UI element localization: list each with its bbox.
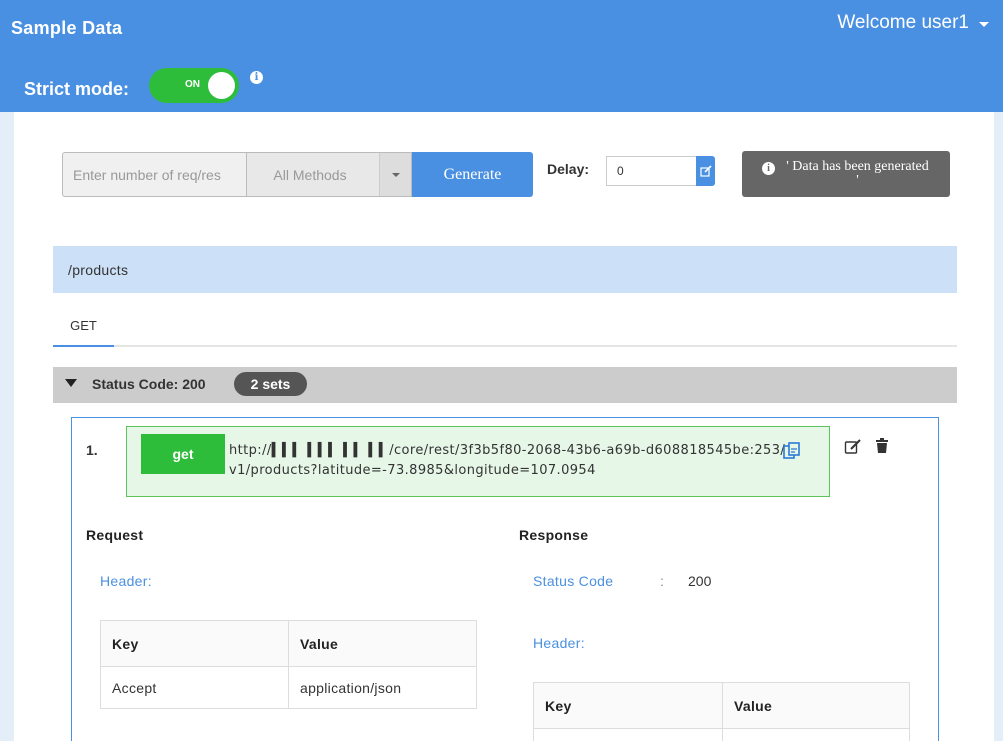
request-url-box: get http://▍▍▍ ▍▍▍ ▍▍ ▍▍/core/rest/3f3b5…: [126, 426, 830, 497]
notification-toast: i ' Data has been generated ': [742, 151, 950, 197]
edit-icon[interactable]: [844, 438, 862, 456]
column-header: Key: [100, 620, 289, 667]
sets-count-badge: 2 sets: [234, 372, 307, 396]
request-heading: Request: [86, 527, 144, 543]
toggle-knob: [208, 72, 235, 99]
status-code-value: 200: [688, 573, 712, 589]
toggle-state-text: ON: [185, 79, 200, 90]
request-count-input[interactable]: [62, 152, 246, 197]
status-code-field-label: Status Code: [533, 573, 614, 589]
delay-edit-button[interactable]: [696, 156, 715, 186]
info-icon: i: [762, 161, 775, 175]
response-header-table: Key Value: [533, 682, 910, 741]
endpoint-path-bar[interactable]: /products: [53, 246, 957, 293]
request-header-label: Header:: [100, 573, 152, 589]
user-menu[interactable]: Welcome user1: [837, 12, 989, 34]
method-select[interactable]: All Methods: [246, 152, 412, 197]
strict-mode-toggle[interactable]: ON: [149, 68, 239, 103]
strict-mode-label: Strict mode:: [24, 79, 130, 99]
column-header: Value: [722, 682, 910, 729]
method-selected-text: All Methods: [273, 166, 347, 183]
generate-button[interactable]: Generate: [412, 152, 533, 197]
table-cell: application/json: [288, 666, 477, 709]
column-header: Key: [533, 682, 723, 729]
status-code-group-header[interactable]: Status Code: 200 2 sets: [53, 367, 957, 403]
info-icon[interactable]: i: [250, 71, 263, 84]
top-bar: Sample Data Welcome user1 Strict mode: O…: [0, 0, 1003, 112]
column-header: Value: [288, 620, 477, 667]
table-row: [533, 728, 910, 741]
set-index: 1.: [86, 442, 98, 458]
welcome-text: Welcome user1: [837, 12, 969, 33]
copy-icon[interactable]: [782, 441, 802, 461]
delay-label: Delay:: [547, 161, 590, 177]
method-badge: get: [141, 434, 225, 474]
request-header-table: Key Value Accept application/json: [100, 620, 477, 709]
table-row: Accept application/json: [100, 666, 477, 709]
tab-get[interactable]: GET: [53, 311, 114, 347]
table-cell: [722, 728, 910, 741]
trash-icon[interactable]: [875, 438, 889, 456]
request-url: http://▍▍▍ ▍▍▍ ▍▍ ▍▍/core/rest/3f3b5f80-…: [229, 443, 786, 478]
app-title: Sample Data: [11, 18, 123, 38]
toast-message: ' Data has been generated ': [786, 159, 929, 188]
chevron-down-icon: [391, 172, 400, 177]
field-separator: :: [660, 573, 664, 589]
endpoint-path: /products: [68, 262, 129, 278]
table-cell: [533, 728, 723, 741]
edit-icon: [699, 165, 712, 177]
response-header-label: Header:: [533, 635, 585, 651]
response-heading: Response: [519, 527, 589, 543]
caret-down-icon: [65, 379, 77, 387]
method-dropdown-toggle[interactable]: [379, 153, 411, 196]
delay-input[interactable]: [606, 156, 697, 186]
status-code-label: Status Code: 200: [92, 376, 206, 392]
table-cell: Accept: [100, 666, 289, 709]
chevron-down-icon: [979, 21, 989, 27]
tab-divider: [53, 345, 957, 347]
